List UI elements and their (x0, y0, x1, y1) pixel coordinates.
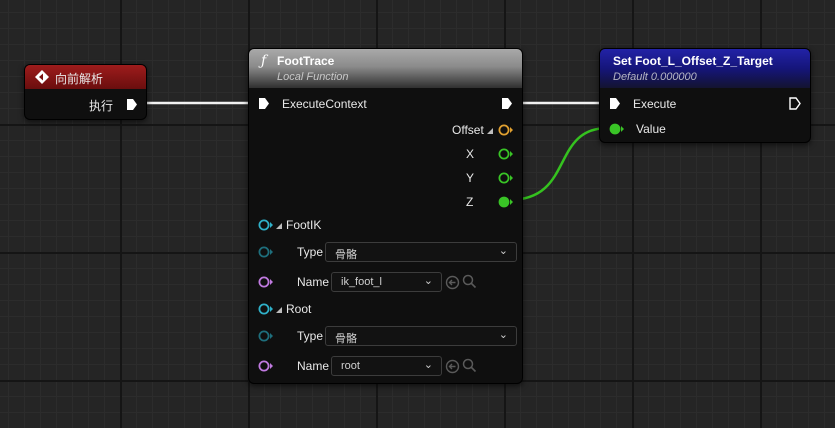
set-value-label: Value (636, 122, 666, 136)
event-node[interactable]: 向前解析 执行 (24, 64, 147, 120)
set-exec-out-pin[interactable] (789, 97, 801, 110)
footik-type-label: Type (297, 245, 324, 259)
foottrace-exec-in-label: ExecuteContext (282, 97, 367, 111)
y-output-label: Y (466, 171, 475, 185)
set-node-header[interactable]: Set Foot_L_Offset_Z_Target Default 0.000… (600, 49, 810, 88)
foottrace-node[interactable]: ƒ FootTrace Local Function ExecuteContex… (248, 48, 523, 384)
collapse-triangle-icon[interactable] (275, 222, 283, 230)
footik-name-dropdown[interactable]: ik_foot_l ⌄ (331, 272, 442, 292)
chevron-down-icon: ⌄ (423, 275, 433, 287)
footik-type-dropdown[interactable]: 骨骼 ⌄ (325, 242, 517, 262)
footik-name-label: Name (297, 275, 330, 289)
root-name-dropdown[interactable]: root ⌄ (331, 356, 442, 376)
root-type-dropdown[interactable]: 骨骼 ⌄ (325, 326, 517, 346)
root-type-label: Type (297, 329, 324, 343)
set-node-subtitle: Default 0.000000 (613, 71, 697, 83)
set-exec-in-label: Execute (633, 97, 677, 111)
set-value-in-pin[interactable] (609, 123, 625, 135)
event-diamond-icon (35, 70, 49, 84)
x-output-label: X (466, 147, 475, 161)
footik-type-pin[interactable] (258, 246, 274, 258)
expand-triangle-icon[interactable] (486, 127, 494, 135)
float-wire-z-to-value[interactable] (508, 126, 609, 202)
reset-arrow-icon[interactable] (445, 359, 460, 374)
foottrace-exec-in-pin[interactable] (258, 97, 270, 110)
set-variable-node[interactable]: Set Foot_L_Offset_Z_Target Default 0.000… (599, 48, 811, 143)
function-icon: ƒ (261, 53, 267, 69)
event-exec-out-pin[interactable] (126, 98, 138, 111)
set-exec-in-pin[interactable] (609, 97, 621, 110)
magnifier-icon[interactable] (462, 274, 477, 289)
footik-name-value: ik_foot_l (341, 276, 382, 288)
footik-type-value: 骨骼 (335, 249, 357, 261)
foottrace-exec-out-pin[interactable] (501, 97, 513, 110)
root-name-label: Name (297, 359, 330, 373)
footik-name-pin[interactable] (258, 276, 274, 288)
root-name-value: root (341, 360, 360, 372)
event-exec-out-label: 执行 (89, 99, 114, 113)
foottrace-node-title: FootTrace (277, 54, 335, 68)
reset-arrow-icon[interactable] (445, 275, 460, 290)
footik-label: FootIK (286, 218, 322, 232)
offset-output-pin[interactable] (498, 124, 514, 136)
footik-input-pin[interactable] (258, 219, 274, 231)
foottrace-node-subtitle: Local Function (277, 71, 349, 83)
z-output-label: Z (466, 195, 474, 209)
chevron-down-icon: ⌄ (423, 359, 433, 371)
root-type-value: 骨骼 (335, 333, 357, 345)
event-node-title: 向前解析 (55, 72, 104, 86)
y-output-pin[interactable] (498, 172, 514, 184)
set-node-title: Set Foot_L_Offset_Z_Target (613, 54, 773, 68)
root-type-pin[interactable] (258, 330, 274, 342)
chevron-down-icon: ⌄ (498, 329, 508, 341)
magnifier-icon[interactable] (462, 358, 477, 373)
offset-output-label: Offset (452, 123, 484, 137)
foottrace-node-header[interactable]: ƒ FootTrace Local Function (249, 49, 522, 88)
x-output-pin[interactable] (498, 148, 514, 160)
event-node-header[interactable]: 向前解析 (25, 65, 146, 89)
root-label: Root (286, 302, 312, 316)
root-input-pin[interactable] (258, 303, 274, 315)
root-name-pin[interactable] (258, 360, 274, 372)
z-output-pin[interactable] (498, 196, 514, 208)
chevron-down-icon: ⌄ (498, 245, 508, 257)
collapse-triangle-icon[interactable] (275, 306, 283, 314)
